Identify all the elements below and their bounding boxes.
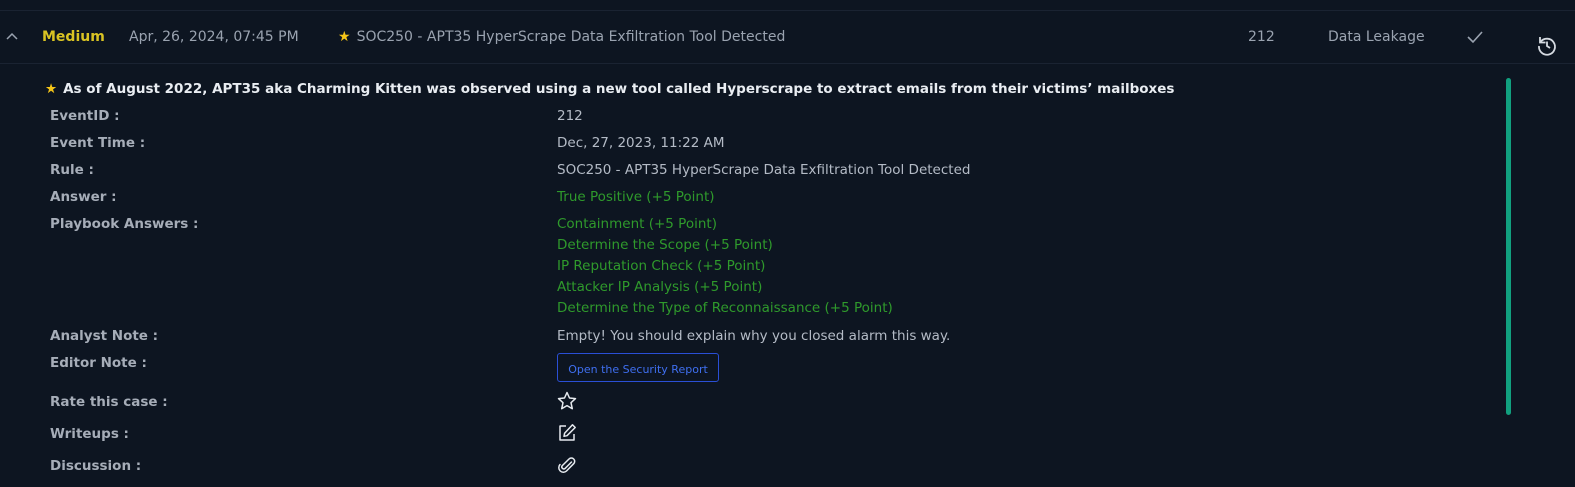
value-rule: SOC250 - APT35 HyperScrape Data Exfiltra… [557,162,971,178]
restore-icon[interactable] [1535,34,1559,58]
label-answer: Answer : [50,189,117,205]
alert-description-text: As of August 2022, APT35 aka Charming Ki… [63,81,1175,97]
alert-description: ★ As of August 2022, APT35 aka Charming K… [45,81,1174,97]
open-security-report-button[interactable]: Open the Security Report [557,353,719,382]
label-rule: Rule : [50,162,94,178]
edit-icon[interactable] [557,423,577,443]
alert-event-id: 212 [1248,29,1275,45]
star-outline-icon[interactable] [557,391,577,411]
playbook-answer: Determine the Scope (+5 Point) [557,237,773,253]
label-writeups: Writeups : [50,426,129,442]
playbook-answer: Attacker IP Analysis (+5 Point) [557,279,763,295]
severity-badge: Medium [42,29,105,45]
paperclip-icon[interactable] [557,455,577,475]
playbook-answer: Containment (+5 Point) [557,216,717,232]
playbook-answer: Determine the Type of Reconnaissance (+5… [557,300,893,316]
star-icon: ★ [45,81,58,97]
label-discussion: Discussion : [50,458,142,474]
chevron-up-icon[interactable] [5,30,19,44]
value-analyst-note: Empty! You should explain why you closed… [557,328,951,344]
alert-rule-text: SOC250 - APT35 HyperScrape Data Exfiltra… [356,29,786,45]
label-playbook: Playbook Answers : [50,216,199,232]
alert-date: Apr, 26, 2024, 07:45 PM [129,29,299,45]
label-editor-note: Editor Note : [50,355,147,371]
value-answer: True Positive (+5 Point) [557,189,715,205]
label-event-id: EventID : [50,108,120,124]
label-rate: Rate this case : [50,394,168,410]
alert-type: Data Leakage [1328,29,1425,45]
check-icon [1467,31,1483,44]
scrollbar-thumb[interactable] [1506,78,1511,415]
label-event-time: Event Time : [50,135,146,151]
playbook-answer: IP Reputation Check (+5 Point) [557,258,766,274]
star-icon: ★ [338,29,351,45]
value-event-time: Dec, 27, 2023, 11:22 AM [557,135,725,151]
alert-rule: ★ SOC250 - APT35 HyperScrape Data Exfiltr… [338,11,785,63]
alert-detail-panel: ★ As of August 2022, APT35 aka Charming K… [0,64,1575,487]
label-analyst-note: Analyst Note : [50,328,159,344]
value-event-id: 212 [557,108,583,124]
alert-row[interactable]: Medium Apr, 26, 2024, 07:45 PM ★ SOC250 -… [0,11,1575,64]
